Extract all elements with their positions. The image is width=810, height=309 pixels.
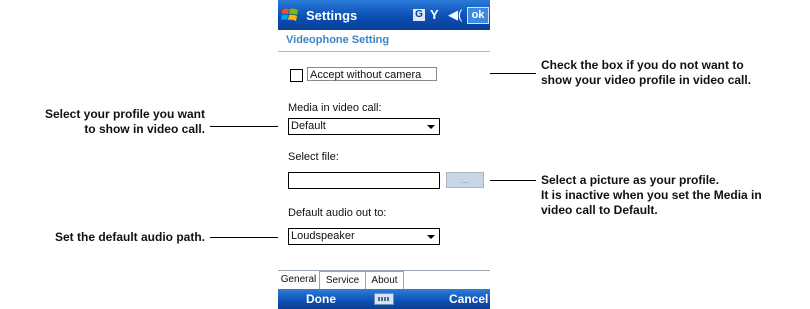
callout-camera-line2: show your video profile in video call. xyxy=(541,73,752,87)
file-label: Select file: xyxy=(288,151,339,163)
tab-bar: General Service About xyxy=(278,270,490,290)
done-softkey[interactable]: Done xyxy=(306,292,336,306)
tab-service[interactable]: Service xyxy=(320,271,366,289)
callout-profile-line1: Select your profile you want xyxy=(44,107,205,121)
callout-audio-text: Set the default audio path. xyxy=(54,230,205,244)
callout-profile-line2: to show in video call. xyxy=(84,122,205,136)
signal-icon[interactable]: Y xyxy=(430,7,439,22)
callout-picture-line3: video call to Default. xyxy=(541,203,658,217)
tab-about[interactable]: About xyxy=(366,271,404,289)
dropdown-arrow-icon[interactable] xyxy=(427,125,435,129)
accept-without-camera-checkbox[interactable] xyxy=(290,69,303,82)
audio-select-value: Loudspeaker xyxy=(291,230,355,242)
callout-picture-line1: Select a picture as your profile. xyxy=(541,173,720,187)
callout-camera: Check the box if you do not want to show… xyxy=(541,58,806,88)
network-g-icon: G xyxy=(413,9,425,21)
browse-button[interactable]: ... xyxy=(446,172,484,188)
accept-without-camera-label[interactable]: Accept without camera xyxy=(307,67,437,81)
file-input[interactable] xyxy=(288,172,440,189)
audio-label: Default audio out to: xyxy=(288,207,387,219)
page-title: Videophone Setting xyxy=(286,34,390,46)
ok-button[interactable]: ok xyxy=(467,7,489,24)
phone-screen: Settings G Y ◀( ok Videophone Setting Ac… xyxy=(278,0,490,309)
media-select[interactable]: Default xyxy=(288,118,440,135)
callout-picture-line2: It is inactive when you set the Media in xyxy=(541,188,762,202)
media-select-value: Default xyxy=(291,120,326,132)
page-header: Videophone Setting xyxy=(278,30,490,52)
header-divider xyxy=(278,51,490,52)
title-bar: Settings G Y ◀( ok xyxy=(278,0,490,30)
callout-camera-line1: Check the box if you do not want to xyxy=(541,58,744,72)
windows-logo-icon[interactable] xyxy=(281,7,299,23)
volume-icon[interactable]: ◀( xyxy=(448,7,462,23)
callout-profile: Select your profile you want to show in v… xyxy=(9,107,205,137)
callout-audio: Set the default audio path. xyxy=(9,230,205,245)
softkey-bar: Done Cancel xyxy=(278,289,490,309)
media-label: Media in video call: xyxy=(288,102,382,114)
callout-picture: Select a picture as your profile. It is … xyxy=(541,173,809,218)
audio-select[interactable]: Loudspeaker xyxy=(288,228,440,245)
tab-general[interactable]: General xyxy=(278,271,320,289)
dropdown-arrow-icon[interactable] xyxy=(427,235,435,239)
title-text: Settings xyxy=(306,8,358,23)
keyboard-icon[interactable] xyxy=(374,293,394,305)
cancel-softkey[interactable]: Cancel xyxy=(449,292,488,306)
